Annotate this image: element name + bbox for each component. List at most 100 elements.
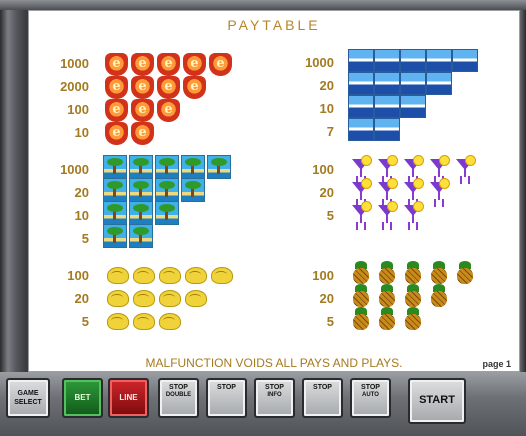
e-badge-icon: e (131, 53, 154, 76)
pineapple-icon (350, 284, 372, 308)
pay-value: 10 (319, 101, 334, 116)
cocktail-icon (402, 155, 424, 179)
cruise-ship-icon (348, 118, 374, 141)
e-badge-icon: e (157, 99, 180, 122)
banana-icon (157, 309, 181, 331)
e-badge-icon: e (131, 99, 154, 122)
stop-label: STOP (265, 384, 284, 391)
pineapple-icon (402, 284, 424, 308)
cabinet-top (0, 0, 526, 10)
cocktail-icon (350, 201, 372, 225)
banana-icon (105, 263, 129, 285)
cocktail-icon (428, 178, 450, 202)
palm-island-icon (103, 155, 127, 179)
e-badge-icon: e (157, 53, 180, 76)
pay-value: 100 (67, 268, 89, 283)
banana-icon (105, 286, 129, 308)
e-badge-icon: e (131, 76, 154, 99)
pay-value: 2000 (60, 79, 89, 94)
cruise-ship-icon (426, 49, 452, 72)
bet-button[interactable]: BET (62, 378, 103, 418)
e-badge-icon: e (131, 122, 154, 145)
paytable-group-cocktail: 100 20 5 (294, 155, 494, 227)
bet-label: BET (74, 393, 91, 402)
pineapple-icon (454, 261, 476, 285)
stop-label: STOP (313, 384, 332, 391)
stop-double-button[interactable]: STOP DOUBLE (158, 378, 199, 418)
palm-island-icon (129, 178, 153, 202)
game-select-button[interactable]: GAME SELECT (6, 378, 50, 418)
cocktail-icon (350, 178, 372, 202)
cruise-ship-icon (348, 95, 374, 118)
e-badge-icon: e (105, 53, 128, 76)
button-panel: GAME SELECT BET LINE STOP DOUBLE STOP ST… (0, 372, 526, 436)
line-label: LINE (119, 393, 138, 402)
e-badge-icon: e (183, 76, 206, 99)
palm-island-icon (181, 178, 205, 202)
e-badge-icon: e (183, 53, 206, 76)
cocktail-icon (454, 155, 476, 179)
palm-island-icon (155, 178, 179, 202)
palm-island-icon (181, 155, 205, 179)
cocktail-icon (376, 178, 398, 202)
cruise-ship-icon (374, 49, 400, 72)
palm-island-icon (129, 224, 153, 248)
pay-value: 10 (74, 208, 89, 223)
stop-label: STOP (361, 384, 380, 391)
game-select-label: GAME SELECT (14, 390, 42, 406)
banana-icon (131, 309, 155, 331)
palm-island-icon (129, 155, 153, 179)
banana-icon (157, 263, 181, 285)
paytable-group-ship: 1000 20 10 7 (294, 49, 494, 143)
paytable-group-pineapple: 100 20 5 (294, 261, 494, 333)
stop-info-button[interactable]: STOP INFO (254, 378, 295, 418)
cocktail-icon (350, 155, 372, 179)
palm-island-icon (129, 201, 153, 225)
stop-button-4[interactable]: STOP (302, 378, 343, 418)
pay-value: 100 (67, 102, 89, 117)
paytable-group-banana: 100 20 5 (49, 261, 249, 333)
cruise-ship-icon (374, 118, 400, 141)
palm-island-icon (103, 201, 127, 225)
cruise-ship-icon (426, 72, 452, 95)
pineapple-icon (402, 307, 424, 331)
cruise-ship-icon (452, 49, 478, 72)
stop-button-2[interactable]: STOP (206, 378, 247, 418)
double-label: DOUBLE (165, 392, 192, 398)
pay-value: 20 (74, 185, 89, 200)
paytable-group-e: 1000 2000 100 10 e e e e e e e e e e e e… (49, 51, 249, 145)
e-badge-icon: e (105, 76, 128, 99)
e-badge-icon: e (157, 76, 180, 99)
pay-value: 5 (81, 231, 89, 246)
pay-value: 5 (326, 208, 334, 223)
palm-island-icon (207, 155, 231, 179)
palm-island-icon (155, 155, 179, 179)
cocktail-icon (428, 155, 450, 179)
paytable-group-palm: 1000 20 10 5 (49, 155, 249, 251)
cruise-ship-icon (348, 49, 374, 72)
stop-label: STOP (169, 384, 188, 391)
pay-value: 100 (312, 162, 334, 177)
pineapple-icon (350, 307, 372, 331)
pay-value: 5 (326, 314, 334, 329)
pay-value: 100 (312, 268, 334, 283)
pay-value: 20 (74, 291, 89, 306)
line-button[interactable]: LINE (108, 378, 149, 418)
pay-value: 5 (81, 314, 89, 329)
stop-label: STOP (217, 384, 236, 391)
pineapple-icon (376, 307, 398, 331)
stop-auto-button[interactable]: STOP AUTO (350, 378, 391, 418)
start-button[interactable]: START (408, 378, 466, 424)
banana-icon (183, 263, 207, 285)
pay-value: 7 (326, 124, 334, 139)
start-label: START (419, 394, 455, 406)
cruise-ship-icon (348, 72, 374, 95)
cruise-ship-icon (400, 49, 426, 72)
e-badge-icon: e (105, 122, 128, 145)
palm-island-icon (103, 224, 127, 248)
pineapple-icon (376, 261, 398, 285)
pineapple-icon (376, 284, 398, 308)
e-badge-icon: e (209, 53, 232, 76)
pay-value: 20 (319, 291, 334, 306)
cruise-ship-icon (374, 95, 400, 118)
